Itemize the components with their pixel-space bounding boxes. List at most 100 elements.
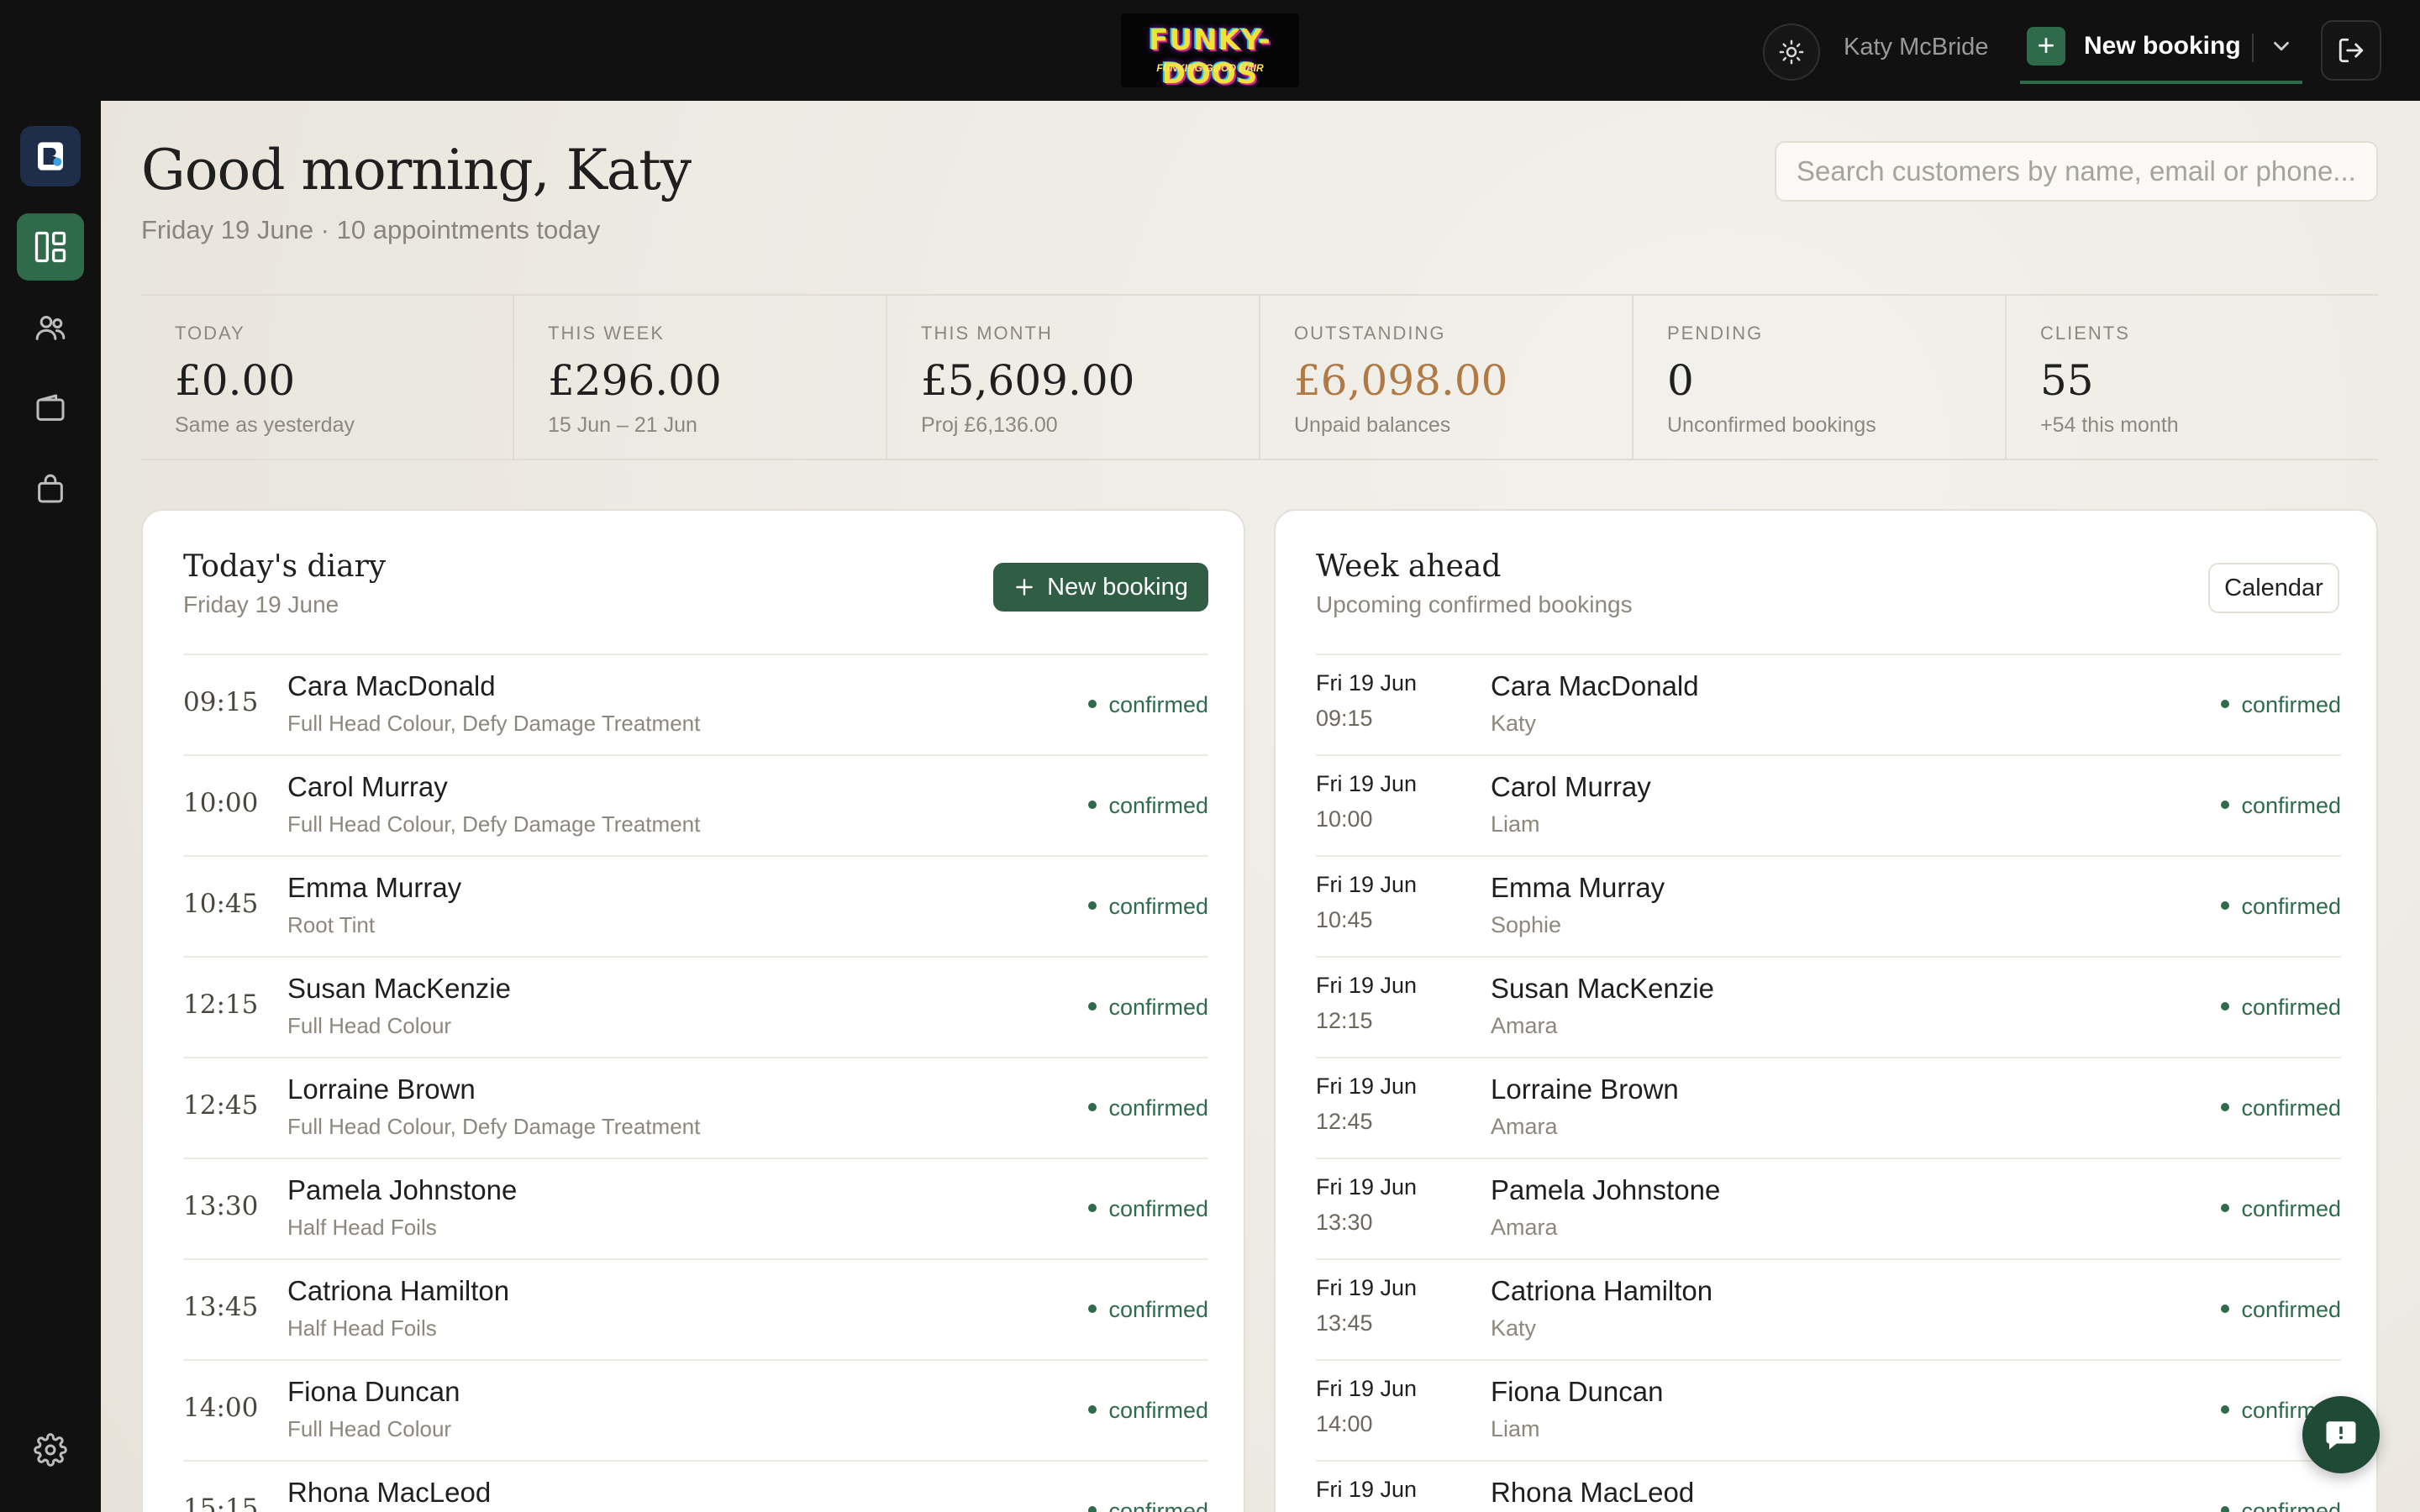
theme-toggle-button[interactable] bbox=[1763, 24, 1820, 81]
list-item[interactable]: Fri 19 Jun Rhona MacLeod confirmed bbox=[1316, 1460, 2341, 1512]
list-item[interactable]: Fri 19 Jun 14:00 Fiona Duncan Liam confi… bbox=[1316, 1359, 2341, 1460]
sun-icon bbox=[1779, 39, 1804, 65]
brand-logo-icon bbox=[38, 142, 63, 171]
plus-icon bbox=[1016, 579, 1034, 596]
client-name: Pamela Johnstone bbox=[287, 1174, 518, 1205]
sidebar-item-clients[interactable] bbox=[17, 294, 84, 361]
stat-note: Unconfirmed bookings bbox=[1667, 413, 1876, 437]
stat-note: Unpaid balances bbox=[1294, 413, 1451, 437]
diary-list: 09:15 Cara MacDonald Full Head Colour, D… bbox=[183, 654, 1208, 1512]
status-badge: confirmed bbox=[1088, 1398, 1208, 1424]
stat-note: Proj £6,136.00 bbox=[921, 413, 1058, 437]
user-name[interactable]: Katy McBride bbox=[1844, 34, 1988, 61]
booking-day: Fri 19 Jun bbox=[1316, 872, 1418, 897]
divider bbox=[2252, 34, 2254, 62]
client-name: Lorraine Brown bbox=[287, 1074, 476, 1105]
booking-time: 13:45 bbox=[1316, 1310, 1373, 1336]
stat-value: 0 bbox=[1667, 356, 1694, 405]
sidebar-item-wallet[interactable] bbox=[17, 375, 84, 442]
client-name: Catriona Hamilton bbox=[287, 1275, 510, 1306]
stat-clients: CLIENTS 55 +54 this month bbox=[2007, 296, 2378, 459]
card-title: Today's diary bbox=[183, 549, 387, 584]
new-booking-label[interactable]: New booking bbox=[2084, 32, 2241, 60]
dashboard-icon bbox=[34, 231, 66, 263]
list-item[interactable]: 13:30 Pamela Johnstone Half Head Foils c… bbox=[183, 1158, 1208, 1258]
new-booking-label: New booking bbox=[1047, 573, 1188, 601]
status-badge: confirmed bbox=[1088, 995, 1208, 1021]
service-names: Full Head Colour bbox=[287, 1013, 452, 1038]
chevron-down-icon[interactable] bbox=[2269, 34, 2294, 59]
sidebar-item-brand[interactable] bbox=[20, 126, 81, 186]
status-badge: confirmed bbox=[2221, 1095, 2341, 1121]
client-name: Fiona Duncan bbox=[287, 1376, 460, 1407]
status-badge: confirmed bbox=[2221, 1196, 2341, 1222]
brand-logo[interactable]: FUNKY-DOOS FUNKING GOOD HAIR bbox=[1121, 13, 1299, 87]
page-subtitle: Friday 19 June · 10 appointments today bbox=[141, 215, 601, 244]
calendar-button[interactable]: Calendar bbox=[2208, 563, 2339, 613]
new-booking-split-button[interactable]: + New booking bbox=[2020, 24, 2302, 84]
list-item[interactable]: 10:45 Emma Murray Root Tint confirmed bbox=[183, 855, 1208, 956]
sidebar-item-settings[interactable] bbox=[17, 1416, 84, 1483]
list-item[interactable]: 10:00 Carol Murray Full Head Colour, Def… bbox=[183, 754, 1208, 855]
status-badge: confirmed bbox=[2221, 894, 2341, 920]
top-bar: FUNKY-DOOS FUNKING GOOD HAIR Katy McBrid… bbox=[0, 0, 2420, 101]
service-names: Root Tint bbox=[287, 912, 376, 937]
chat-button[interactable] bbox=[2302, 1396, 2380, 1473]
stat-note: +54 this month bbox=[2040, 413, 2179, 437]
list-item[interactable]: 09:15 Cara MacDonald Full Head Colour, D… bbox=[183, 654, 1208, 754]
stat-value: 55 bbox=[2040, 356, 2094, 405]
client-name: Cara MacDonald bbox=[1491, 670, 1699, 701]
sidebar-item-shop[interactable] bbox=[17, 455, 84, 522]
client-name: Cara MacDonald bbox=[287, 670, 496, 701]
plus-icon: + bbox=[2027, 27, 2065, 66]
logo-text: FUNKY-DOOS bbox=[1149, 24, 1271, 87]
stat-today: TODAY £0.00 Same as yesterday bbox=[141, 296, 514, 459]
list-item[interactable]: 12:15 Susan MacKenzie Full Head Colour c… bbox=[183, 956, 1208, 1057]
stats-bar: TODAY £0.00 Same as yesterday THIS WEEK … bbox=[141, 294, 2378, 460]
card-title: Week ahead bbox=[1316, 549, 1502, 584]
booking-day: Fri 19 Jun bbox=[1316, 973, 1418, 998]
new-booking-button[interactable]: New booking bbox=[993, 563, 1208, 612]
stat-this-week: THIS WEEK £296.00 15 Jun – 21 Jun bbox=[514, 296, 887, 459]
search-input[interactable] bbox=[1775, 141, 2378, 202]
list-item[interactable]: Fri 19 Jun 12:15 Susan MacKenzie Amara c… bbox=[1316, 956, 2341, 1057]
list-item[interactable]: Fri 19 Jun 10:45 Emma Murray Sophie conf… bbox=[1316, 855, 2341, 956]
service-names: Half Head Foils bbox=[287, 1215, 437, 1240]
staff-name: Amara bbox=[1491, 1215, 1558, 1240]
booking-day: Fri 19 Jun bbox=[1316, 1376, 1418, 1401]
appointment-time: 13:30 bbox=[183, 1191, 259, 1221]
staff-name: Amara bbox=[1491, 1013, 1558, 1038]
week-list: Fri 19 Jun 09:15 Cara MacDonald Katy con… bbox=[1316, 654, 2341, 1512]
list-item[interactable]: 15:15 Rhona MacLeod confirmed bbox=[183, 1460, 1208, 1512]
logout-button[interactable] bbox=[2321, 20, 2381, 81]
booking-time: 10:45 bbox=[1316, 907, 1373, 932]
booking-day: Fri 19 Jun bbox=[1316, 1477, 1418, 1502]
booking-time: 12:45 bbox=[1316, 1109, 1373, 1134]
status-badge: confirmed bbox=[1088, 692, 1208, 718]
stat-label: CLIENTS bbox=[2040, 323, 2130, 344]
client-name: Susan MacKenzie bbox=[1491, 973, 1714, 1004]
sidebar-item-dashboard[interactable] bbox=[17, 213, 84, 281]
client-name: Catriona Hamilton bbox=[1491, 1275, 1713, 1306]
list-item[interactable]: Fri 19 Jun 09:15 Cara MacDonald Katy con… bbox=[1316, 654, 2341, 754]
list-item[interactable]: Fri 19 Jun 13:45 Catriona Hamilton Katy … bbox=[1316, 1258, 2341, 1359]
appointment-time: 14:00 bbox=[183, 1393, 259, 1423]
chat-icon bbox=[2326, 1421, 2356, 1450]
staff-name: Liam bbox=[1491, 811, 1540, 837]
status-badge: confirmed bbox=[2221, 1297, 2341, 1323]
list-item[interactable]: 13:45 Catriona Hamilton Half Head Foils … bbox=[183, 1258, 1208, 1359]
booking-day: Fri 19 Jun bbox=[1316, 670, 1418, 696]
list-item[interactable]: Fri 19 Jun 10:00 Carol Murray Liam confi… bbox=[1316, 754, 2341, 855]
card-subtitle: Upcoming confirmed bookings bbox=[1316, 591, 1633, 617]
list-item[interactable]: Fri 19 Jun 13:30 Pamela Johnstone Amara … bbox=[1316, 1158, 2341, 1258]
appointment-time: 10:00 bbox=[183, 788, 259, 818]
list-item[interactable]: 14:00 Fiona Duncan Full Head Colour conf… bbox=[183, 1359, 1208, 1460]
list-item[interactable]: 12:45 Lorraine Brown Full Head Colour, D… bbox=[183, 1057, 1208, 1158]
stat-note: Same as yesterday bbox=[175, 413, 355, 437]
stat-value: £5,609.00 bbox=[921, 356, 1135, 405]
client-name: Rhona MacLeod bbox=[1491, 1477, 1695, 1508]
stat-note: 15 Jun – 21 Jun bbox=[548, 413, 697, 437]
client-name: Fiona Duncan bbox=[1491, 1376, 1664, 1407]
client-name: Lorraine Brown bbox=[1491, 1074, 1679, 1105]
list-item[interactable]: Fri 19 Jun 12:45 Lorraine Brown Amara co… bbox=[1316, 1057, 2341, 1158]
